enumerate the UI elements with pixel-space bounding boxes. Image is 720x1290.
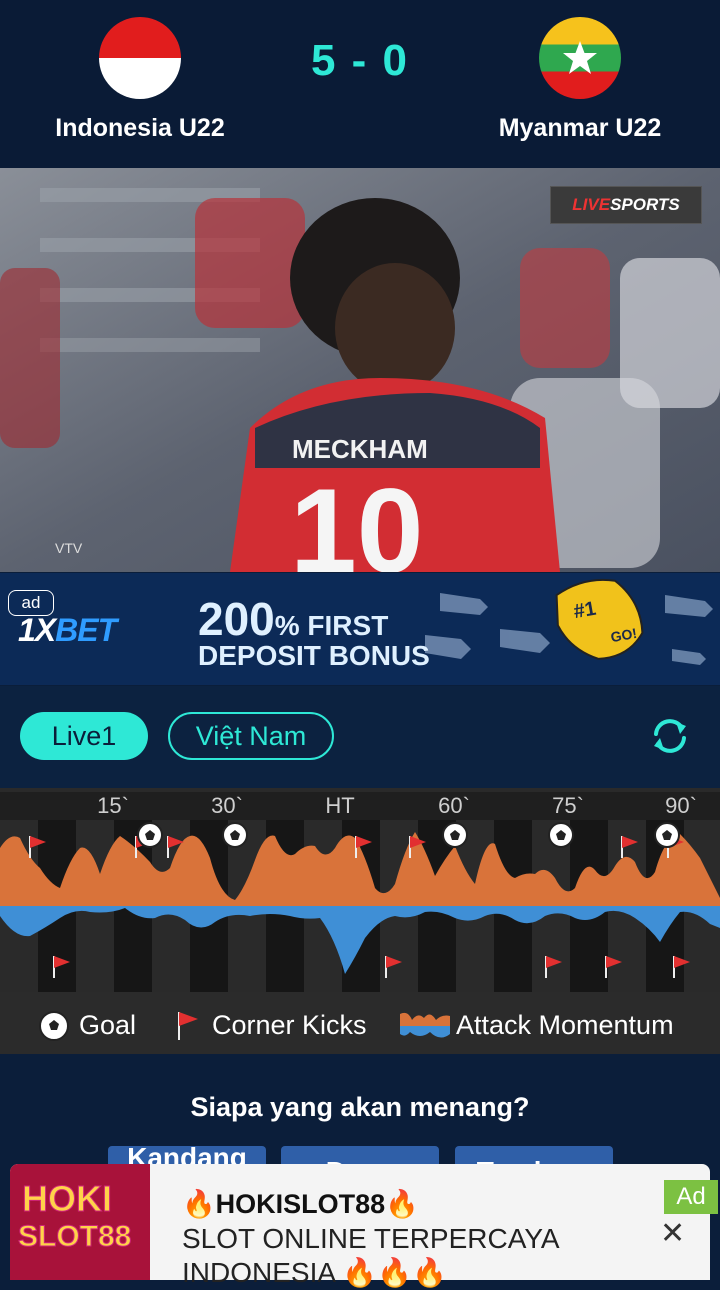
- soccer-ball-icon: [654, 822, 680, 848]
- minute-label: 75`: [552, 793, 584, 818]
- match-score: 5 - 0: [310, 36, 410, 85]
- refresh-icon[interactable]: [648, 714, 692, 758]
- thumb-line1: HOKI: [22, 1178, 113, 1220]
- svg-text:#1: #1: [572, 598, 598, 624]
- promo-subline: DEPOSIT BONUS: [198, 640, 430, 671]
- broadcaster-live-text: LIVE: [572, 195, 611, 214]
- star-icon: [563, 41, 597, 74]
- myanmar-flag-icon: [539, 17, 621, 99]
- legend-goal-label: Goal: [79, 1010, 137, 1040]
- close-ad-button[interactable]: ✕: [660, 1216, 685, 1251]
- legend-attack-label: Attack Momentum: [456, 1010, 674, 1040]
- video-frame: MECKHAM 10 VTV: [0, 168, 720, 572]
- promo-headline: 200% FIRST: [198, 592, 388, 646]
- tab-live1[interactable]: Live1: [20, 712, 148, 760]
- minute-label: 90`: [665, 793, 697, 818]
- svg-text:MECKHAM: MECKHAM: [292, 434, 428, 464]
- attack-momentum-icon: [400, 1012, 450, 1038]
- live-video-player[interactable]: MECKHAM 10 VTV: [0, 168, 720, 572]
- corner-flag-icon: [178, 1012, 198, 1040]
- soccer-ball-icon: [137, 822, 163, 848]
- ad-corner-label: Ad: [664, 1180, 718, 1214]
- away-team-name: Myanmar U22: [498, 114, 662, 142]
- legend-corner-label: Corner Kicks: [212, 1010, 367, 1040]
- thumb-line2: SLOT88: [17, 1220, 132, 1254]
- watermark: VTV: [55, 540, 83, 556]
- minute-label: 60`: [438, 793, 470, 818]
- tab-vietnam[interactable]: Việt Nam: [168, 712, 334, 760]
- brand-prefix: 1X: [18, 612, 56, 648]
- indonesia-flag-icon: [99, 17, 181, 99]
- soccer-ball-icon: [442, 822, 468, 848]
- minute-label: HT: [325, 793, 355, 818]
- soccer-ball-icon: [39, 1011, 69, 1041]
- minute-label: 30`: [211, 793, 243, 818]
- poll-title: Siapa yang akan menang?: [190, 1092, 530, 1122]
- ad-title: 🔥HOKISLOT88🔥: [182, 1189, 419, 1219]
- home-team-name: Indonesia U22: [55, 114, 225, 142]
- svg-text:10: 10: [290, 464, 423, 572]
- promo-line1-rest: % FIRST: [274, 610, 389, 641]
- promo-amount: 200: [198, 593, 275, 645]
- soccer-ball-icon: [548, 822, 574, 848]
- minute-label: 15`: [97, 793, 129, 818]
- onexbet-logo: 1XBET: [18, 612, 117, 649]
- broadcaster-sports-text: SPORTS: [610, 195, 680, 214]
- brand-suffix: BET: [55, 612, 117, 648]
- broadcaster-logo: LIVE SPORTS: [550, 186, 702, 224]
- hokislot-thumbnail: HOKI SLOT88: [10, 1164, 150, 1280]
- soccer-ball-icon: [222, 822, 248, 848]
